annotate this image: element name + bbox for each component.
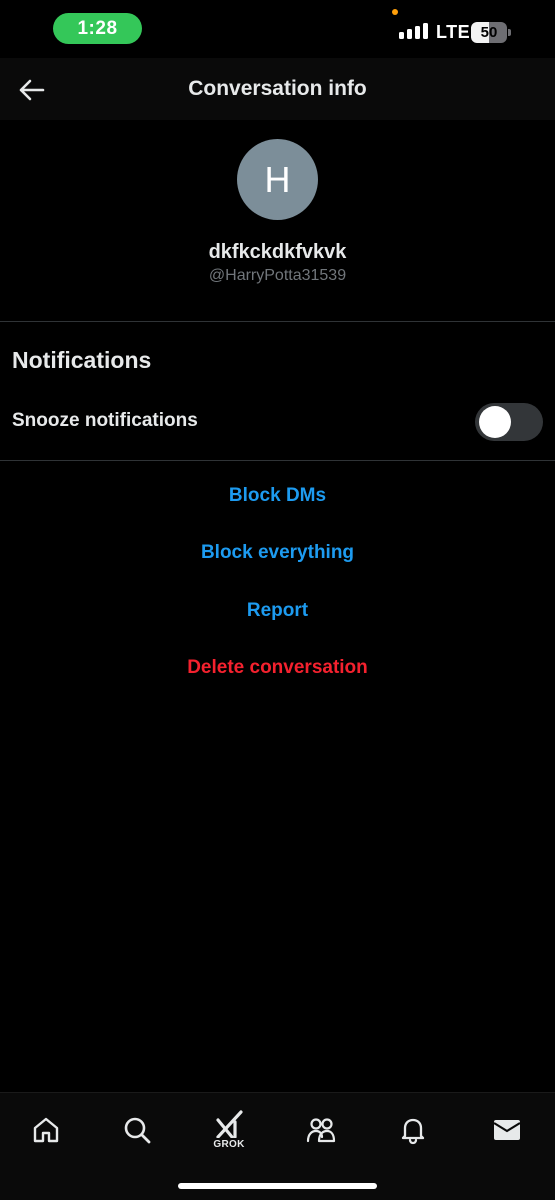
delete-conversation-button[interactable]: Delete conversation xyxy=(0,657,555,679)
home-icon xyxy=(33,1117,59,1143)
header: Conversation info xyxy=(0,58,555,120)
network-type: LTE xyxy=(436,22,471,42)
grok-label: GROK xyxy=(213,1139,245,1150)
nav-home[interactable] xyxy=(23,1107,69,1153)
status-bar: 1:28 LTE 50 xyxy=(0,0,555,58)
notifications-section: Notifications Snooze notifications xyxy=(0,322,555,461)
nav-notifications[interactable] xyxy=(390,1107,436,1153)
communities-icon xyxy=(306,1118,336,1143)
page-title: Conversation info xyxy=(188,77,367,100)
nav-grok[interactable]: GROK xyxy=(206,1107,252,1153)
home-indicator xyxy=(178,1183,377,1189)
nav-communities[interactable] xyxy=(298,1107,344,1153)
cellular-signal-icon xyxy=(399,23,428,39)
avatar[interactable]: H xyxy=(237,139,318,220)
notifications-heading: Notifications xyxy=(12,347,152,373)
snooze-notifications-row: Snooze notifications xyxy=(0,400,555,444)
battery-icon: 50 xyxy=(471,22,511,43)
battery-level: 50 xyxy=(480,24,498,41)
status-time: 1:28 xyxy=(53,13,142,44)
bell-icon xyxy=(401,1118,425,1145)
nav-messages[interactable] xyxy=(484,1107,530,1153)
block-everything-button[interactable]: Block everything xyxy=(0,542,555,564)
display-name[interactable]: dkfkckdkfvkvk xyxy=(0,241,555,264)
profile-section: H dkfkckdkfvkvk @HarryPotta31539 xyxy=(0,120,555,322)
snooze-notifications-label: Snooze notifications xyxy=(12,410,198,431)
report-button[interactable]: Report xyxy=(0,600,555,622)
privacy-indicator-dot xyxy=(392,9,398,15)
grok-icon xyxy=(216,1110,243,1138)
mail-icon xyxy=(493,1120,521,1140)
search-icon xyxy=(124,1117,151,1144)
block-dms-button[interactable]: Block DMs xyxy=(0,485,555,507)
user-handle: @HarryPotta31539 xyxy=(208,267,347,284)
nav-search[interactable] xyxy=(114,1107,160,1153)
snooze-notifications-toggle[interactable] xyxy=(475,403,543,441)
toggle-knob xyxy=(479,406,511,438)
